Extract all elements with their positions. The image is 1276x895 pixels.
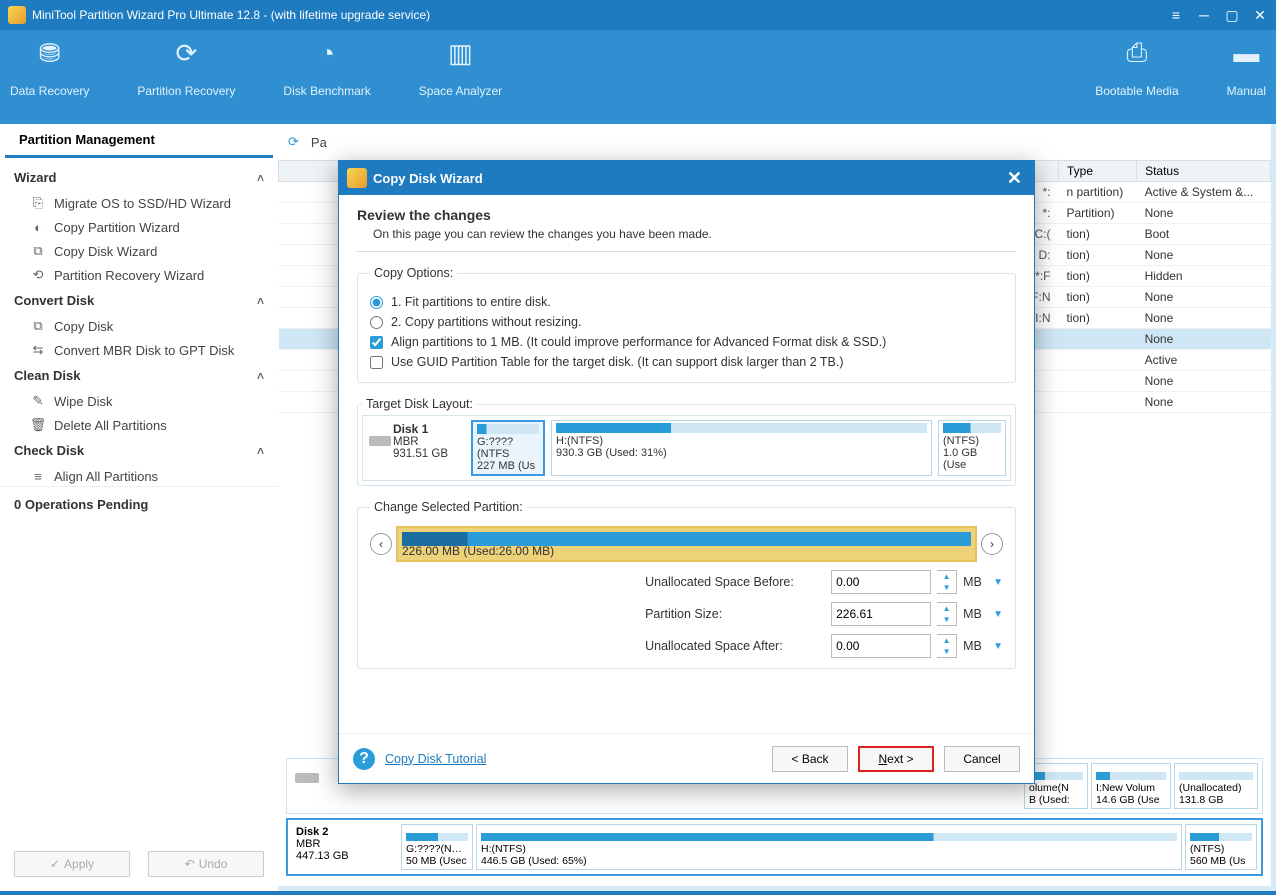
sidebar-item-convert-mbr-gpt[interactable]: ⇆Convert MBR Disk to GPT Disk xyxy=(0,338,278,362)
unit-dropdown-2[interactable]: ▼ xyxy=(993,641,1003,652)
dialog-logo-icon xyxy=(347,168,367,188)
dialog-titlebar: Copy Disk Wizard ✕ xyxy=(339,161,1034,195)
tutorial-link[interactable]: Copy Disk Tutorial xyxy=(385,752,486,766)
sidebar-item-align[interactable]: ≡Align All Partitions xyxy=(0,464,278,486)
cancel-button[interactable]: Cancel xyxy=(944,746,1020,772)
sidebar-item-delete-all[interactable]: 🗑Delete All Partitions xyxy=(0,413,278,437)
ribbon-label: Partition Recovery xyxy=(137,84,235,98)
spin-buttons-2[interactable]: ▲▼ xyxy=(937,634,957,658)
eraser-icon: ✎ xyxy=(30,393,46,409)
copy-partition-icon: ◐ xyxy=(30,219,46,235)
chevron-up-icon: ˄ xyxy=(257,171,264,185)
chevron-up-icon: ˄ xyxy=(257,294,264,308)
unit-dropdown-0[interactable]: ▼ xyxy=(993,577,1003,588)
radio-fit-entire-disk[interactable]: 1. Fit partitions to entire disk. xyxy=(370,292,1003,312)
chevron-up-icon: ˄ xyxy=(257,444,264,458)
ribbon-label: Data Recovery xyxy=(10,84,89,98)
radio-no-resize[interactable]: 2. Copy partitions without resizing. xyxy=(370,312,1003,332)
book-icon: ▬ xyxy=(1230,40,1262,66)
checkbox-align-1mb[interactable]: Align partitions to 1 MB. (It could impr… xyxy=(370,332,1003,352)
ribbon-disk-benchmark[interactable]: ◔ Disk Benchmark xyxy=(279,40,374,124)
usb-icon: ⎙ xyxy=(1121,40,1153,66)
back-button[interactable]: < Back xyxy=(772,746,848,772)
chevron-up-icon: ˄ xyxy=(257,369,264,383)
change-selected-partition-group: Change Selected Partition: ‹ 226.00 MB (… xyxy=(357,500,1016,669)
menu-icon[interactable]: ≡ xyxy=(1168,7,1184,23)
ribbon-bootable-media[interactable]: ⎙ Bootable Media xyxy=(1091,40,1182,124)
dialog-header: Review the changes xyxy=(357,207,1016,223)
minimize-button[interactable]: ─ xyxy=(1196,7,1212,23)
close-button[interactable]: ✕ xyxy=(1252,7,1268,23)
sidebar-item-copy-disk2[interactable]: ⧉Copy Disk xyxy=(0,314,278,338)
target-partition-2[interactable]: (NTFS)1.0 GB (Use xyxy=(938,420,1006,476)
ribbon-label: Bootable Media xyxy=(1095,84,1178,98)
app-title: MiniTool Partition Wizard Pro Ultimate 1… xyxy=(32,8,430,22)
spin-input-0[interactable] xyxy=(831,570,931,594)
sidebar-group-convert[interactable]: Convert Disk˄ xyxy=(0,287,278,314)
titlebar: MiniTool Partition Wizard Pro Ultimate 1… xyxy=(0,0,1276,30)
dialog-title: Copy Disk Wizard xyxy=(373,171,483,186)
app-logo-icon xyxy=(8,6,26,24)
undo-button[interactable]: ↶ Undo xyxy=(148,851,264,877)
spin-input-2[interactable] xyxy=(831,634,931,658)
sidebar: Partition Management Wizard˄ ⎘Migrate OS… xyxy=(0,124,278,891)
trash-icon: 🗑 xyxy=(30,417,46,433)
apply-button[interactable]: ✓ Apply xyxy=(14,851,130,877)
target-partition-1[interactable]: H:(NTFS)930.3 GB (Used: 31%) xyxy=(551,420,932,476)
col-type[interactable]: Type xyxy=(1059,161,1137,182)
dialog-close-button[interactable]: ✕ xyxy=(1003,168,1026,189)
convert-icon: ⇆ xyxy=(30,342,46,358)
disk-benchmark-icon: ◔ xyxy=(311,40,343,66)
sidebar-item-migrate-os[interactable]: ⎘Migrate OS to SSD/HD Wizard xyxy=(0,191,278,215)
ribbon-partition-recovery[interactable]: ⟳ Partition Recovery xyxy=(133,40,239,124)
sidebar-item-partition-recovery[interactable]: ⟲Partition Recovery Wizard xyxy=(0,263,278,287)
unit-dropdown-1[interactable]: ▼ xyxy=(993,609,1003,620)
sidebar-item-copy-partition[interactable]: ◐Copy Partition Wizard xyxy=(0,215,278,239)
ribbon-label: Disk Benchmark xyxy=(283,84,370,98)
sidebar-group-wizard[interactable]: Wizard˄ xyxy=(0,164,278,191)
operations-pending: 0 Operations Pending xyxy=(0,486,278,522)
target-disk-info: Disk 1 MBR 931.51 GB xyxy=(367,420,465,476)
help-icon[interactable]: ? xyxy=(353,748,375,770)
shift-left-button[interactable]: ‹ xyxy=(370,533,392,555)
next-button[interactable]: Next > xyxy=(858,746,934,772)
checkbox-use-gpt[interactable]: Use GUID Partition Table for the target … xyxy=(370,352,1003,372)
spin-buttons-0[interactable]: ▲▼ xyxy=(937,570,957,594)
tab-partition-management[interactable]: Partition Management xyxy=(5,124,273,158)
target-disk-layout-group: Target Disk Layout: Disk 1 MBR 931.51 GB… xyxy=(357,397,1016,486)
copy-icon: ⧉ xyxy=(30,318,46,334)
dialog-subheader: On this page you can review the changes … xyxy=(373,227,1016,241)
align-icon: ≡ xyxy=(30,468,46,484)
copy-disk-icon: ⧉ xyxy=(30,243,46,259)
spin-buttons-1[interactable]: ▲▼ xyxy=(937,602,957,626)
shift-right-button[interactable]: › xyxy=(981,533,1003,555)
recovery-icon: ⟲ xyxy=(30,267,46,283)
space-analyzer-icon: ▥ xyxy=(444,40,476,66)
target-partition-0[interactable]: G:????(NTFS227 MB (Us xyxy=(471,420,545,476)
sidebar-item-copy-disk[interactable]: ⧉Copy Disk Wizard xyxy=(0,239,278,263)
sidebar-group-clean[interactable]: Clean Disk˄ xyxy=(0,362,278,389)
maximize-button[interactable]: ▢ xyxy=(1224,7,1240,23)
refresh-icon[interactable]: ⟳ xyxy=(288,134,299,150)
ribbon-toolbar: ⛃ Data Recovery ⟳ Partition Recovery ◔ D… xyxy=(0,30,1276,124)
ribbon-label: Manual xyxy=(1227,84,1266,98)
col-status[interactable]: Status xyxy=(1137,161,1271,182)
ribbon-space-analyzer[interactable]: ▥ Space Analyzer xyxy=(415,40,506,124)
copy-disk-wizard-dialog: Copy Disk Wizard ✕ Review the changes On… xyxy=(338,160,1035,784)
spin-input-1[interactable] xyxy=(831,602,931,626)
ribbon-manual[interactable]: ▬ Manual xyxy=(1223,40,1270,124)
sidebar-group-check[interactable]: Check Disk˄ xyxy=(0,437,278,464)
disk-strip-2[interactable]: Disk 2MBR447.13 GB G:????(NTFS50 MB (Use… xyxy=(286,818,1263,876)
disk-icon xyxy=(369,436,391,446)
ribbon-label: Space Analyzer xyxy=(419,84,502,98)
partition-recovery-icon: ⟳ xyxy=(170,40,202,66)
copy-options-group: Copy Options: 1. Fit partitions to entir… xyxy=(357,266,1016,383)
data-recovery-icon: ⛃ xyxy=(34,40,66,66)
partition-size-slider[interactable]: 226.00 MB (Used:26.00 MB) xyxy=(396,526,977,562)
migrate-icon: ⎘ xyxy=(30,195,46,211)
sidebar-item-wipe-disk[interactable]: ✎Wipe Disk xyxy=(0,389,278,413)
ribbon-data-recovery[interactable]: ⛃ Data Recovery xyxy=(6,40,93,124)
